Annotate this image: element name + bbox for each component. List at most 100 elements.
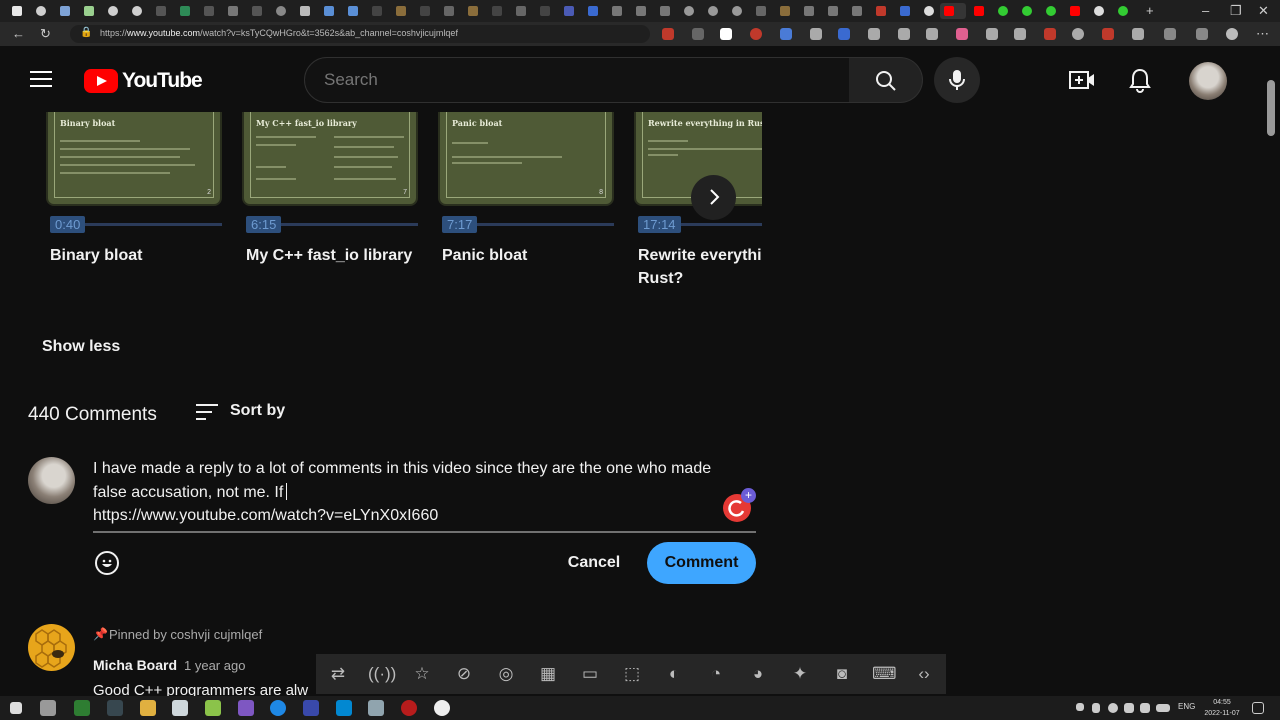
- cinema-icon[interactable]: ▦: [536, 662, 560, 686]
- picture-in-picture-icon[interactable]: ▭: [578, 662, 602, 686]
- keyboard-icon[interactable]: ⌨: [872, 662, 897, 686]
- keyboard-tray-icon[interactable]: [1156, 704, 1170, 712]
- profile-icon[interactable]: [1226, 28, 1238, 40]
- grammar-plus-icon[interactable]: +: [741, 488, 756, 503]
- create-video-icon[interactable]: [1068, 68, 1096, 92]
- browser-tab-active[interactable]: [940, 3, 966, 19]
- vscode-icon[interactable]: [336, 700, 352, 716]
- search-icon: [876, 71, 896, 91]
- favorites-icon[interactable]: [1196, 28, 1208, 40]
- browser-tab[interactable]: [824, 3, 844, 19]
- browser-tab[interactable]: [776, 3, 796, 19]
- page-scrollbar[interactable]: [1264, 46, 1280, 700]
- show-less-button[interactable]: Show less: [42, 338, 120, 356]
- extension-icon[interactable]: [1044, 28, 1056, 40]
- comment-age[interactable]: 1 year ago: [184, 658, 245, 673]
- browser-tab[interactable]: [800, 3, 820, 19]
- chapters-next-button[interactable]: [691, 175, 736, 220]
- extension-icon[interactable]: [780, 28, 792, 40]
- submit-comment-button[interactable]: Comment: [647, 542, 756, 584]
- volume-icon[interactable]: [1140, 703, 1150, 713]
- extension-icon[interactable]: [986, 28, 998, 40]
- cancel-button[interactable]: Cancel: [556, 542, 632, 584]
- taskbar-app-icon[interactable]: [303, 700, 319, 716]
- browser-tab[interactable]: [872, 3, 892, 19]
- network-icon[interactable]: [1124, 703, 1134, 713]
- comment-input[interactable]: I have made a reply to a lot of comments…: [93, 457, 743, 528]
- notifications-bell-icon[interactable]: [1126, 66, 1154, 94]
- extension-icon[interactable]: [810, 28, 822, 40]
- extension-icon[interactable]: [1102, 28, 1114, 40]
- language-indicator[interactable]: ENG: [1178, 702, 1195, 711]
- taskbar-app-icon[interactable]: [401, 700, 417, 716]
- new-tab-icon[interactable]: +: [1146, 3, 1154, 18]
- scrollbar-thumb[interactable]: [1267, 80, 1275, 136]
- collections-icon[interactable]: [1164, 28, 1176, 40]
- microphone-tray-icon[interactable]: [1092, 703, 1100, 713]
- sort-by-button[interactable]: Sort by: [230, 402, 285, 420]
- pin-icon: 📌: [93, 627, 108, 641]
- expand-icon[interactable]: ⬚: [620, 662, 644, 686]
- account-avatar[interactable]: [1189, 62, 1227, 100]
- chapter-title: Panic bloat: [442, 247, 528, 264]
- extensions-puzzle-icon[interactable]: [1132, 28, 1144, 40]
- browser-tab[interactable]: [1114, 3, 1134, 19]
- extension-icon[interactable]: [1072, 28, 1084, 40]
- minimize-icon[interactable]: –: [1202, 3, 1209, 18]
- sort-icon[interactable]: [196, 404, 218, 420]
- voice-search-button[interactable]: [934, 57, 980, 103]
- search-button[interactable]: [849, 57, 923, 103]
- taskbar-app-icon[interactable]: [368, 700, 384, 716]
- commenter-avatar[interactable]: [28, 624, 75, 671]
- screenshot-icon[interactable]: ◙: [830, 662, 854, 686]
- extension-icon[interactable]: [838, 28, 850, 40]
- extension-icon[interactable]: [1014, 28, 1026, 40]
- tray-app-icon[interactable]: [1108, 703, 1118, 713]
- taskbar-app-icon[interactable]: [107, 700, 123, 716]
- taskbar-app-icon[interactable]: [74, 700, 90, 716]
- emoji-icon[interactable]: [95, 551, 119, 575]
- maximize-icon[interactable]: ❐: [1230, 3, 1242, 19]
- microphone-icon: [949, 70, 965, 90]
- browser-tab[interactable]: [848, 3, 868, 19]
- ads-block-icon[interactable]: ⊘: [452, 662, 476, 686]
- speed-plus-icon[interactable]: ◕: [746, 662, 770, 686]
- taskbar-app-icon[interactable]: [205, 700, 221, 716]
- browser-tab[interactable]: [970, 3, 990, 19]
- browser-tab[interactable]: [1066, 3, 1086, 19]
- more-menu-icon[interactable]: ⋯: [1256, 26, 1269, 42]
- browser-tab[interactable]: [920, 3, 940, 19]
- file-explorer-icon[interactable]: [140, 700, 156, 716]
- loop-icon[interactable]: ⇄: [326, 662, 350, 686]
- extension-icon[interactable]: [956, 28, 968, 40]
- chapter-thumbnail: Panic bloat 8: [438, 112, 614, 206]
- task-view-icon[interactable]: [40, 700, 56, 716]
- start-icon[interactable]: [10, 702, 22, 714]
- settings-gear-icon[interactable]: [434, 700, 450, 716]
- browser-tab[interactable]: [896, 3, 916, 19]
- speed-icon[interactable]: ◔: [704, 662, 728, 686]
- comment-author[interactable]: Micha Board: [93, 657, 177, 673]
- browser-tab[interactable]: [994, 3, 1014, 19]
- code-icon[interactable]: ‹›: [912, 662, 936, 686]
- browser-tab[interactable]: [1018, 3, 1038, 19]
- tray-chevron-icon[interactable]: [1076, 703, 1084, 711]
- edge-icon[interactable]: [270, 700, 286, 716]
- close-icon[interactable]: ✕: [1258, 3, 1269, 19]
- filter-icon[interactable]: ◐: [662, 662, 686, 686]
- chapter-title: Binary bloat: [50, 247, 143, 264]
- clock[interactable]: 04:55 2022-11-07: [1204, 697, 1240, 719]
- notifications-icon[interactable]: [1252, 702, 1264, 714]
- enhance-icon[interactable]: ✦: [788, 662, 812, 686]
- extension-icon[interactable]: [926, 28, 938, 40]
- browser-tab[interactable]: [1090, 3, 1110, 19]
- extension-icon[interactable]: [898, 28, 910, 40]
- calculator-icon[interactable]: [172, 700, 188, 716]
- audio-waves-icon[interactable]: ((·)): [368, 662, 396, 686]
- browser-tab[interactable]: [1042, 3, 1062, 19]
- chapter-thumbnail: Binary bloat 2: [46, 112, 222, 206]
- star-icon[interactable]: ☆: [410, 662, 434, 686]
- extension-icon[interactable]: [868, 28, 880, 40]
- hide-icon[interactable]: ◎: [494, 662, 518, 686]
- taskbar-app-icon[interactable]: [238, 700, 254, 716]
